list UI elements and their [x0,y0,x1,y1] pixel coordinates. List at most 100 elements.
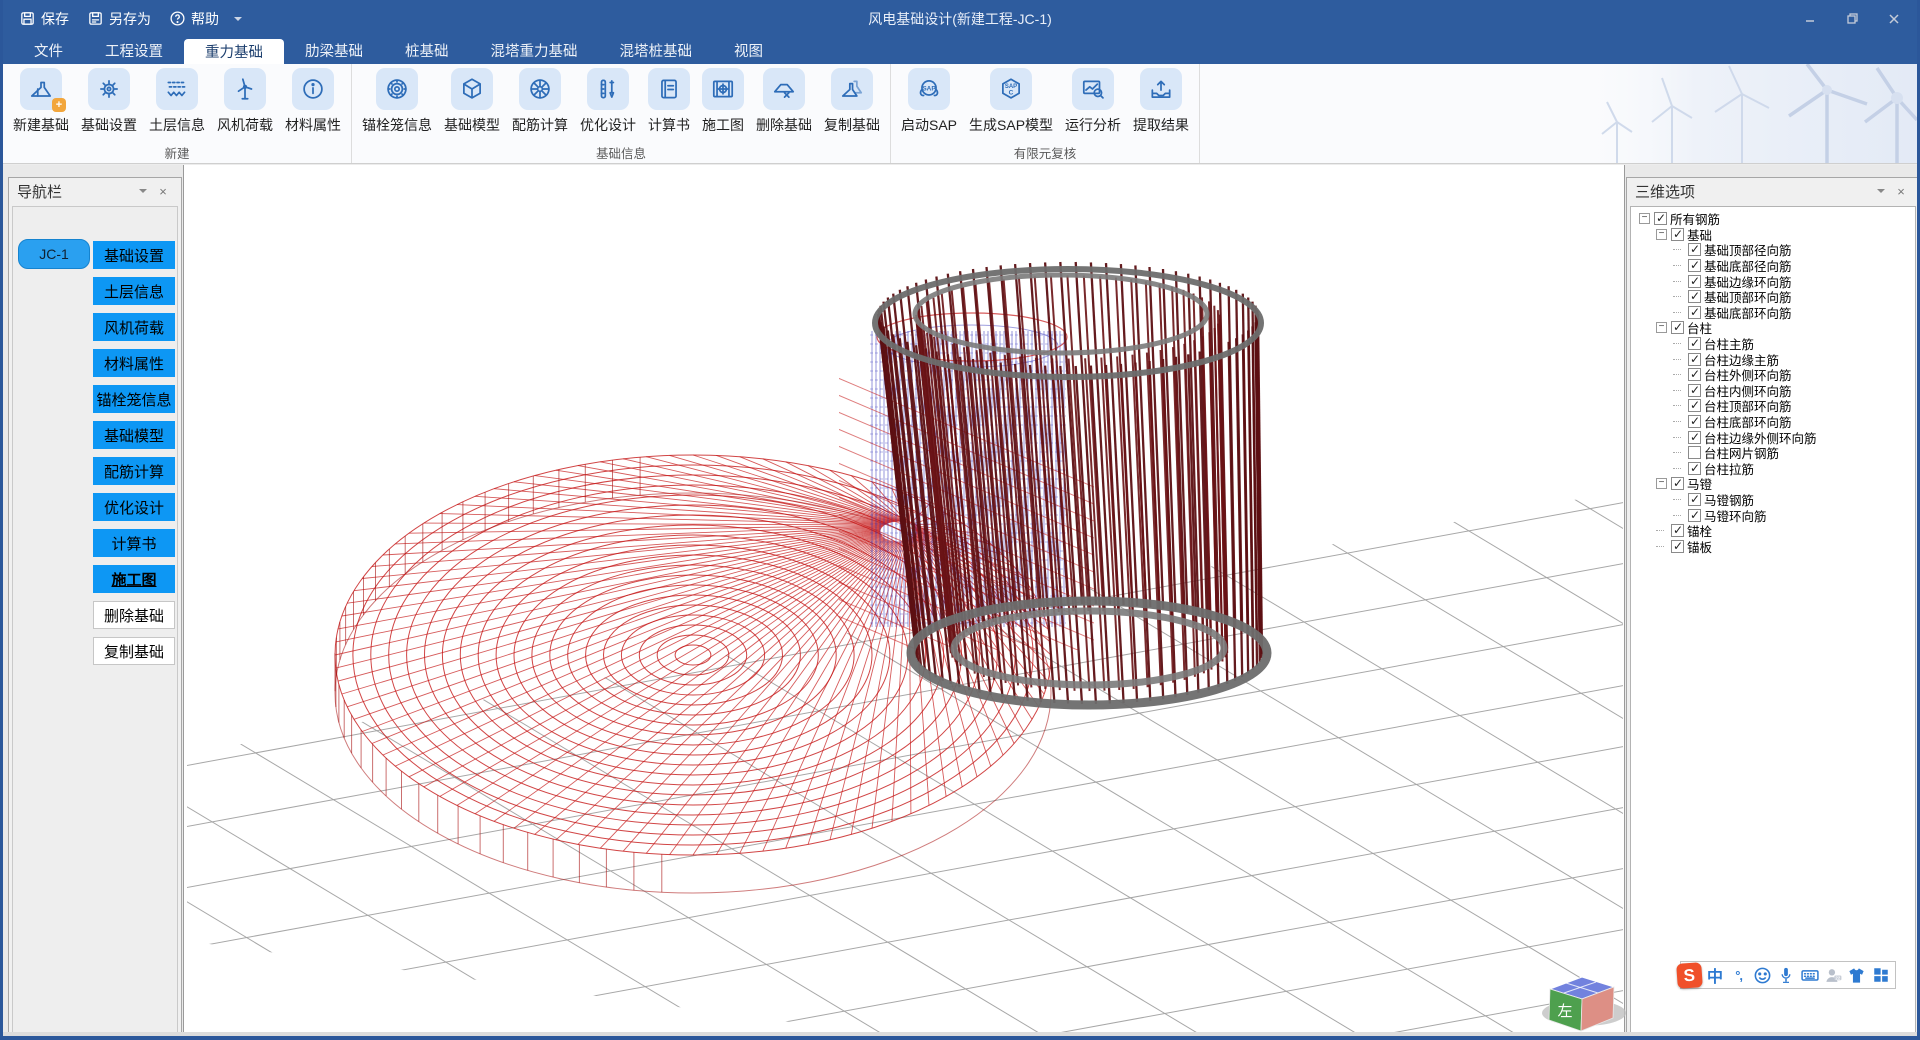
ribbon-button[interactable]: 复制基础 [822,68,882,143]
emoji-icon[interactable] [1752,965,1773,986]
tree-expander-icon[interactable]: − [1656,229,1667,240]
quick-access-caret-icon[interactable] [233,10,243,28]
checkbox-checked[interactable] [1688,384,1701,397]
ribbon-tab[interactable]: 文件 [13,37,84,64]
project-tab[interactable]: JC-1 [18,239,90,269]
tree-row: −马镫 [1631,476,1915,492]
foundation-new-icon: + [20,68,62,110]
sogou-logo-icon[interactable]: S [1676,962,1702,989]
ribbon-button[interactable]: 运行分析 [1063,68,1123,143]
ribbon-tab[interactable]: 工程设置 [84,37,184,64]
ribbon-button[interactable]: 材料属性 [283,68,343,143]
window-title: 风电基础设计(新建工程-JC-1) [3,9,1917,29]
checkbox-checked[interactable] [1688,290,1701,303]
navigator-button[interactable]: 计算书 [93,529,175,557]
navigator-button[interactable]: 优化设计 [93,493,175,521]
checkbox-checked[interactable] [1688,493,1701,506]
navigator-button[interactable]: 配筋计算 [93,457,175,485]
checkbox-checked[interactable] [1688,337,1701,350]
tree-row: 锚栓 [1631,523,1915,539]
ribbon-tab[interactable]: 视图 [713,37,784,64]
navigator-button[interactable]: 复制基础 [93,637,175,665]
ribbon-button[interactable]: 删除基础 [754,68,814,143]
tree-expander-icon[interactable]: − [1656,478,1667,489]
ribbon-button[interactable]: 计算书 [646,68,692,143]
tree-connector [1673,405,1681,406]
navigator-button[interactable]: 锚栓笼信息 [93,385,175,413]
checkbox-checked[interactable] [1688,462,1701,475]
navigator-button[interactable]: 土层信息 [93,277,175,305]
ribbon-button[interactable]: 锚栓笼信息 [360,68,434,143]
checkbox-checked[interactable] [1688,368,1701,381]
options-3d-collapse-icon[interactable] [1871,187,1891,195]
options-3d-close-icon[interactable]: × [1891,184,1911,199]
ribbon-tab[interactable]: 混塔桩基础 [599,37,714,64]
ribbon-button-label: 锚栓笼信息 [362,115,432,135]
navigator-button[interactable]: 材料属性 [93,349,175,377]
checkbox-checked[interactable] [1688,431,1701,444]
ribbon-button[interactable]: +新建基础 [11,68,71,143]
help-button[interactable]: 帮助 [163,6,225,32]
tree-connector [1673,374,1681,375]
checkbox-checked[interactable] [1671,321,1684,334]
navigator-button[interactable]: 删除基础 [93,601,175,629]
view-cube[interactable]: 左 [1542,977,1626,1031]
ribbon-button[interactable]: SAPC生成SAP模型 [967,68,1055,143]
checkbox-checked[interactable] [1688,259,1701,272]
close-button[interactable] [1877,6,1911,32]
minimize-button[interactable] [1793,6,1827,32]
user-login-icon[interactable]: 22 [1823,965,1844,986]
ribbon-button[interactable]: 提取结果 [1131,68,1191,143]
navigator-button[interactable]: 基础模型 [93,421,175,449]
ribbon-group-name: 新建 [11,143,343,163]
navigator-button[interactable]: 施工图 [93,565,175,593]
checkbox-checked[interactable] [1671,477,1684,490]
skin-icon[interactable] [1847,965,1868,986]
checkbox-checked[interactable] [1688,353,1701,366]
tree-expander-icon[interactable]: − [1639,213,1650,224]
navigator-close-icon[interactable]: × [153,184,173,199]
checkbox-checked[interactable] [1688,509,1701,522]
checkbox-checked[interactable] [1688,399,1701,412]
keyboard-icon[interactable] [1799,965,1820,986]
checkbox-checked[interactable] [1671,228,1684,241]
checkbox-checked[interactable] [1688,306,1701,319]
punctuation-mode-icon[interactable]: °, [1728,965,1749,986]
navigator-collapse-icon[interactable] [133,187,153,195]
save-as-button[interactable]: 另存为 [81,6,157,32]
ribbon-button[interactable]: 基础设置 [79,68,139,143]
navigator-button[interactable]: 风机荷载 [93,313,175,341]
navigator-button[interactable]: 基础设置 [93,241,175,269]
tree-row: −台柱 [1631,320,1915,336]
ribbon-button[interactable]: 风机荷载 [215,68,275,143]
tree-expander-icon[interactable]: − [1656,322,1667,333]
checkbox-checked[interactable] [1688,243,1701,256]
toolbox-icon[interactable] [1870,965,1891,986]
view-cube-left-label: 左 [1557,1003,1572,1020]
ribbon-tab[interactable]: 肋梁基础 [284,37,384,64]
ribbon-button[interactable]: 优化设计 [578,68,638,143]
ribbon-button[interactable]: 配筋计算 [510,68,570,143]
checkbox-checked[interactable] [1688,415,1701,428]
tree-label[interactable]: 锚板 [1687,537,1712,556]
checkbox-checked[interactable] [1671,524,1684,537]
tree-label[interactable]: 基础底部环向筋 [1704,303,1792,322]
checkbox-unchecked[interactable] [1688,446,1701,459]
ribbon-button[interactable]: 基础模型 [442,68,502,143]
tree-row: 锚板 [1631,538,1915,554]
microphone-icon[interactable] [1776,965,1797,986]
tree-label[interactable]: 马镫环向筋 [1704,506,1767,525]
restore-button[interactable] [1835,6,1869,32]
ribbon-button[interactable]: 土层信息 [147,68,207,143]
checkbox-checked[interactable] [1654,212,1667,225]
ribbon-tab[interactable]: 混塔重力基础 [470,37,599,64]
chinese-mode-icon[interactable]: 中 [1705,965,1726,986]
checkbox-checked[interactable] [1688,275,1701,288]
ribbon-tab[interactable]: 桩基础 [384,37,470,64]
checkbox-checked[interactable] [1671,540,1684,553]
ribbon-button[interactable]: 施工图 [700,68,746,143]
ribbon-tab[interactable]: 重力基础 [184,39,284,64]
ribbon-button[interactable]: SAP启动SAP [899,68,959,143]
save-button[interactable]: 保存 [13,6,75,32]
navigator-title: 导航栏 [17,181,133,202]
